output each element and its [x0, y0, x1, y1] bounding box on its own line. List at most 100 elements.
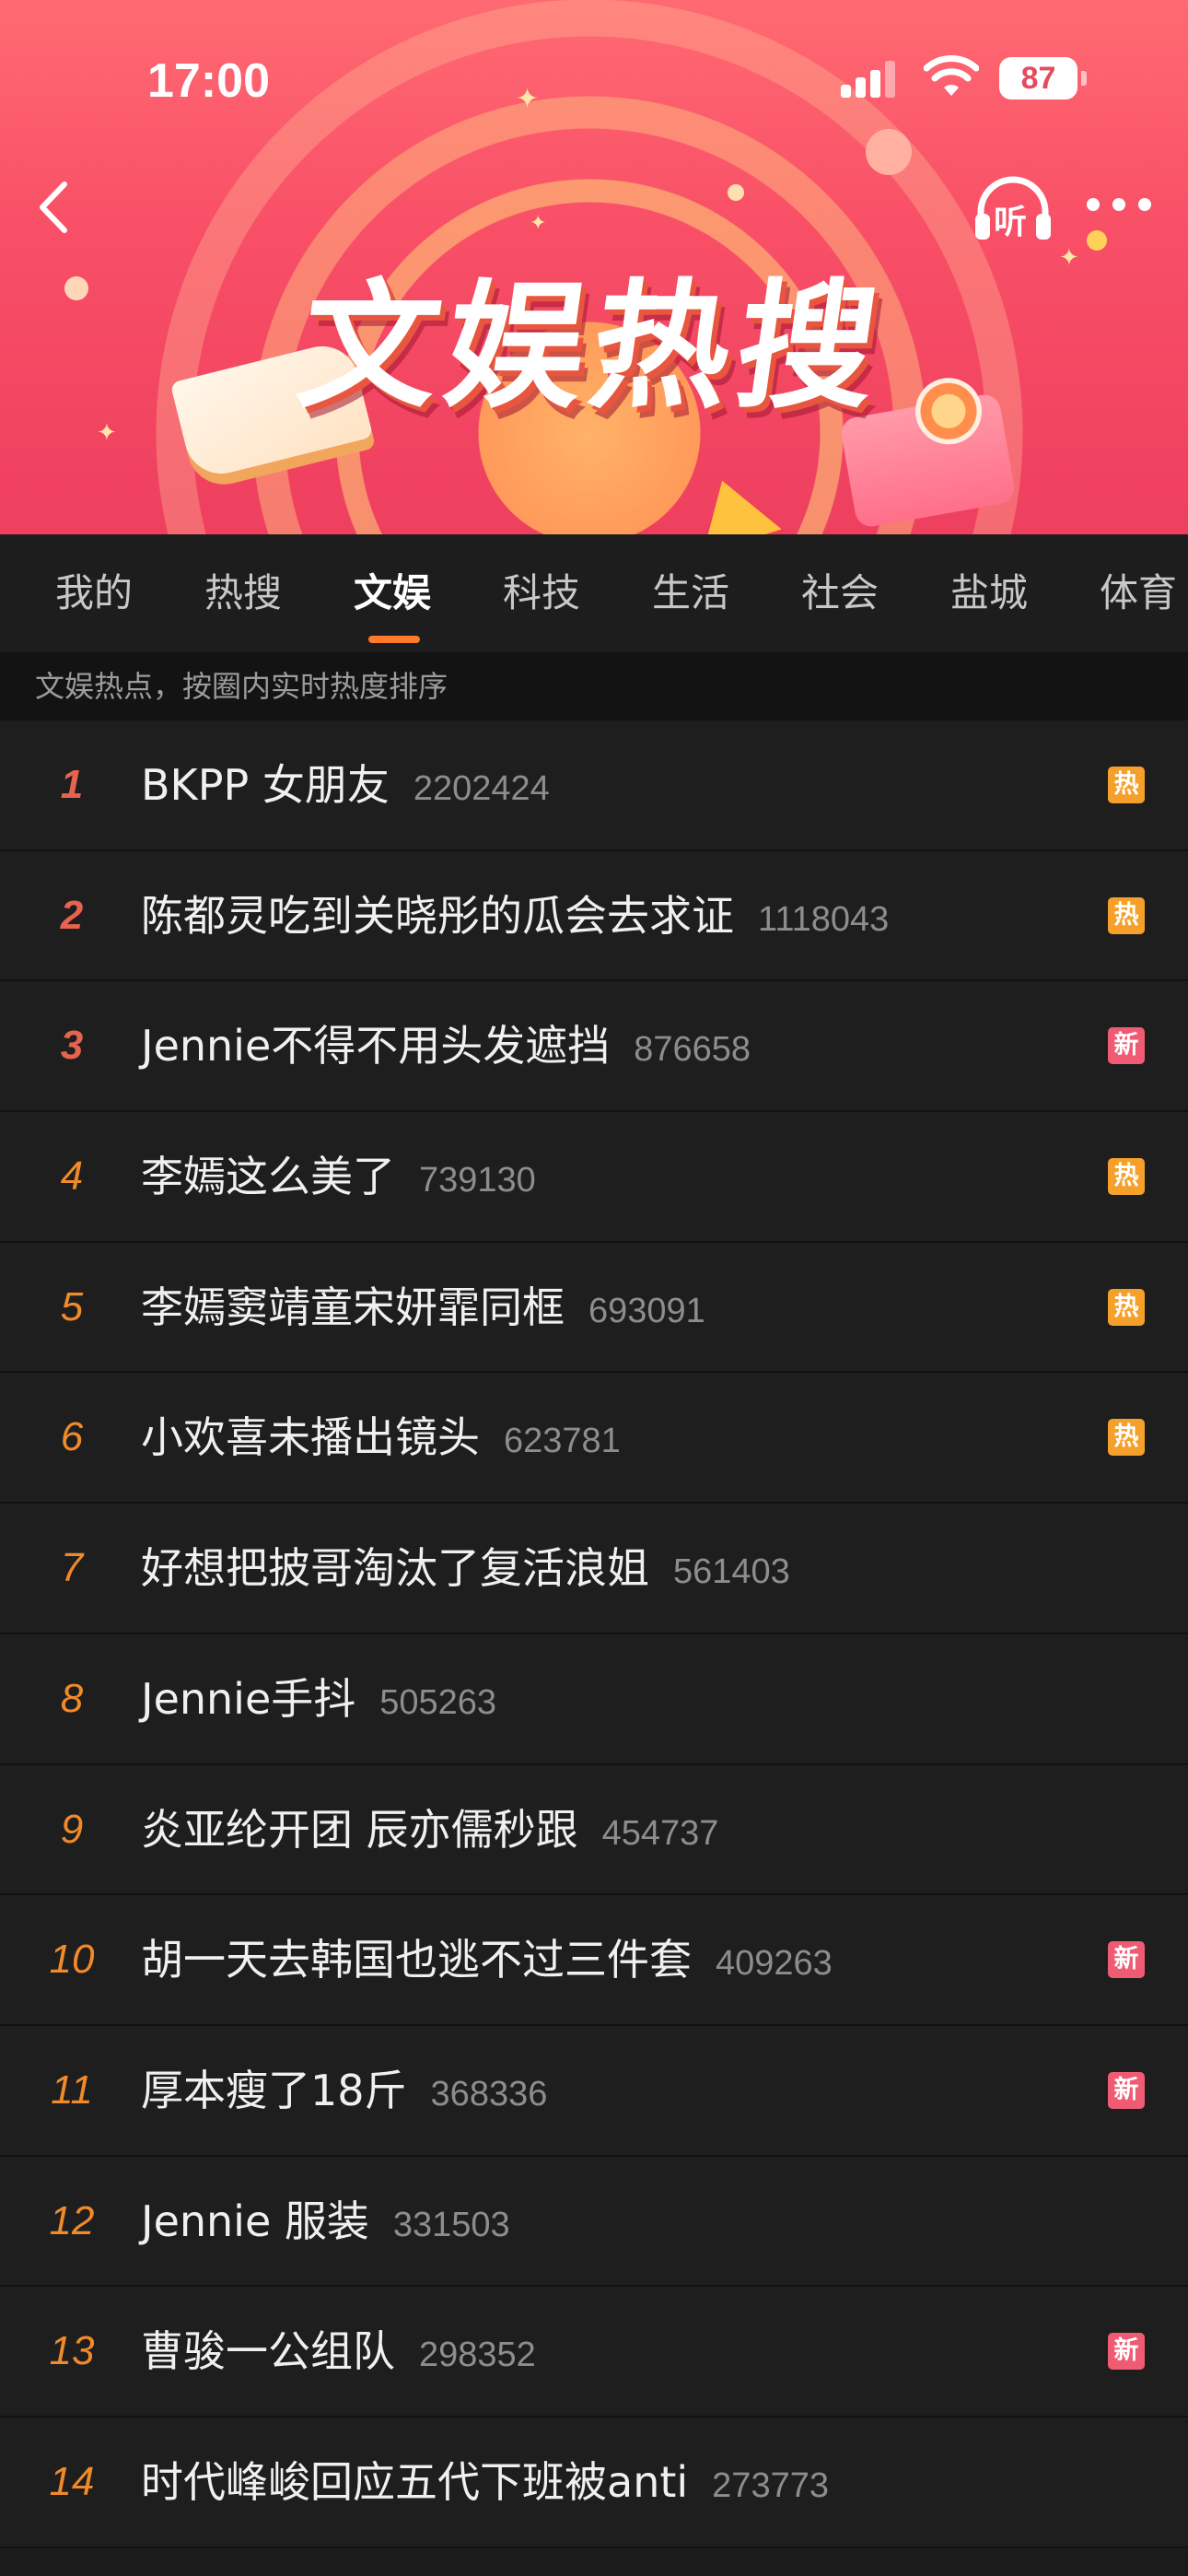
heat-count: 505263 — [379, 1682, 497, 1722]
list-item[interactable]: 12 Jennie 服装 331503 — [0, 2156, 1188, 2288]
topic-title: 曹骏一公组队 298352 — [141, 2287, 536, 2416]
back-arrow-icon[interactable] — [28, 175, 92, 240]
heat-count: 1118043 — [758, 899, 890, 939]
new-badge: 新 — [1108, 2333, 1145, 2371]
hot-badge: 热 — [1108, 1419, 1145, 1457]
tab-tech[interactable]: 科技 — [503, 534, 580, 652]
rank-number: 5 — [60, 1283, 84, 1329]
decor-dot — [728, 184, 744, 201]
rank-number: 11 — [51, 2067, 93, 2113]
sparkle-icon: ✦ — [530, 212, 547, 235]
topic-title: 时代峰峻回应五代下班被anti 273773 — [141, 2418, 829, 2547]
list-item[interactable]: 1 BKPP 女朋友 2202424 热 — [0, 720, 1188, 851]
list-item[interactable]: 7 好想把披哥淘汰了复活浪姐 561403 — [0, 1504, 1188, 1634]
tab-hot-search[interactable]: 热搜 — [204, 534, 282, 652]
tab-society[interactable]: 社会 — [801, 534, 879, 652]
more-options-icon[interactable] — [1087, 198, 1151, 220]
topic-title: Jennie手抖 505263 — [141, 1634, 496, 1763]
topic-title: BKPP 女朋友 2202424 — [141, 720, 550, 849]
rank-number: 6 — [60, 1414, 84, 1460]
rank-number: 2 — [60, 892, 84, 938]
heat-count: 876658 — [634, 1030, 751, 1070]
topic-title: 厚本瘦了18斤 368336 — [141, 2026, 547, 2155]
rank-number: 12 — [49, 2197, 95, 2243]
tab-yancheng[interactable]: 盐城 — [950, 534, 1028, 652]
list-item[interactable]: 3 Jennie不得不用头发遮挡 876658 新 — [0, 981, 1188, 1113]
hot-search-list: 1 BKPP 女朋友 2202424 热 2 陈都灵吃到关晓彤的瓜会去求证 1118043 热… — [0, 720, 1188, 2548]
rank-number: 4 — [60, 1153, 84, 1200]
wifi-icon — [924, 55, 979, 96]
rank-number: 1 — [60, 762, 84, 807]
topic-title: Jennie 服装 331503 — [141, 2157, 510, 2286]
category-tabs: 我的 热搜 文娱 科技 生活 社会 盐城 体育 — [0, 534, 1188, 652]
listen-button[interactable]: 听 — [972, 173, 1054, 247]
topic-text: 好想把披哥淘汰了复活浪姐 — [141, 1543, 649, 1594]
topic-text: 厚本瘦了18斤 — [141, 2065, 407, 2115]
topic-title: 李嫣窦靖童宋妍霏同框 693091 — [141, 1243, 705, 1372]
heat-count: 454737 — [601, 1813, 719, 1853]
topic-text: 时代峰峻回应五代下班被anti — [141, 2456, 689, 2507]
tab-sports[interactable]: 体育 — [1100, 534, 1177, 652]
rank-number: 10 — [49, 1937, 95, 1983]
tab-mine[interactable]: 我的 — [55, 534, 133, 652]
new-badge: 新 — [1108, 2071, 1145, 2109]
heat-count: 2202424 — [413, 769, 550, 808]
tab-entertainment[interactable]: 文娱 — [354, 534, 431, 652]
list-item[interactable]: 4 李嫣这么美了 739130 热 — [0, 1112, 1188, 1243]
list-item[interactable]: 14 时代峰峻回应五代下班被anti 273773 — [0, 2417, 1188, 2548]
topic-title: 好想把披哥淘汰了复活浪姐 561403 — [141, 1504, 790, 1633]
topic-text: Jennie手抖 — [141, 1673, 356, 1724]
topic-text: BKPP 女朋友 — [141, 760, 390, 810]
list-item[interactable]: 10 胡一天去韩国也逃不过三件套 409263 新 — [0, 1895, 1188, 2026]
topic-title: 陈都灵吃到关晓彤的瓜会去求证 1118043 — [141, 851, 889, 980]
topic-text: 李嫣窦靖童宋妍霏同框 — [141, 1282, 565, 1332]
active-tab-indicator — [368, 636, 420, 643]
rank-number: 7 — [60, 1545, 84, 1591]
heat-count: 331503 — [392, 2205, 510, 2244]
list-item[interactable]: 6 小欢喜未播出镜头 623781 热 — [0, 1373, 1188, 1505]
list-item[interactable]: 5 李嫣窦靖童宋妍霏同框 693091 热 — [0, 1242, 1188, 1374]
topic-text: Jennie 服装 — [141, 2195, 369, 2246]
topic-text: 曹骏一公组队 — [141, 2326, 395, 2377]
status-bar: 17:00 87 — [0, 0, 1188, 157]
list-item[interactable]: 8 Jennie手抖 505263 — [0, 1633, 1188, 1765]
topic-text: 炎亚纶开团 辰亦儒秒跟 — [141, 1804, 578, 1855]
topic-text: 李嫣这么美了 — [141, 1152, 395, 1202]
status-time: 17:00 — [147, 54, 270, 108]
new-badge: 新 — [1108, 1027, 1145, 1065]
list-item[interactable]: 13 曹骏一公组队 298352 新 — [0, 2287, 1188, 2418]
tab-life[interactable]: 生活 — [652, 534, 729, 652]
topic-title: 炎亚纶开团 辰亦儒秒跟 454737 — [141, 1765, 718, 1894]
banner-title: 文娱热搜 — [289, 267, 895, 427]
heat-count: 623781 — [504, 1422, 621, 1461]
rank-number: 3 — [60, 1023, 84, 1069]
list-description: 文娱热点，按圈内实时热度排序 — [0, 652, 1188, 720]
heat-count: 409263 — [716, 1944, 833, 1984]
hot-badge: 热 — [1108, 1158, 1145, 1196]
list-item[interactable]: 2 陈都灵吃到关晓彤的瓜会去求证 1118043 热 — [0, 850, 1188, 982]
rank-number: 14 — [49, 2458, 95, 2504]
heat-count: 273773 — [712, 2465, 829, 2505]
heat-count: 561403 — [673, 1552, 790, 1592]
topic-text: Jennie不得不用头发遮挡 — [141, 1021, 611, 1071]
battery-indicator: 87 — [999, 57, 1087, 100]
topic-text: 陈都灵吃到关晓彤的瓜会去求证 — [141, 890, 734, 941]
cone-illustration — [682, 467, 782, 534]
new-badge: 新 — [1108, 1941, 1145, 1979]
listen-label: 听 — [994, 204, 1028, 241]
heat-count: 298352 — [419, 2336, 536, 2375]
hot-badge: 热 — [1108, 1288, 1145, 1326]
heat-count: 693091 — [588, 1291, 705, 1330]
cellular-signal-icon — [841, 61, 896, 98]
heat-count: 368336 — [430, 2074, 548, 2113]
rank-number: 13 — [49, 2328, 95, 2374]
topic-title: 李嫣这么美了 739130 — [141, 1112, 536, 1241]
topic-title: 胡一天去韩国也逃不过三件套 409263 — [141, 1895, 833, 2024]
list-item[interactable]: 9 炎亚纶开团 辰亦儒秒跟 454737 — [0, 1764, 1188, 1896]
topic-title: 小欢喜未播出镜头 623781 — [141, 1373, 621, 1502]
heat-count: 739130 — [419, 1161, 536, 1200]
rank-number: 9 — [60, 1806, 84, 1852]
hot-badge: 热 — [1108, 767, 1145, 803]
list-item[interactable]: 11 厚本瘦了18斤 368336 新 — [0, 2025, 1188, 2157]
hot-badge: 热 — [1108, 896, 1145, 934]
